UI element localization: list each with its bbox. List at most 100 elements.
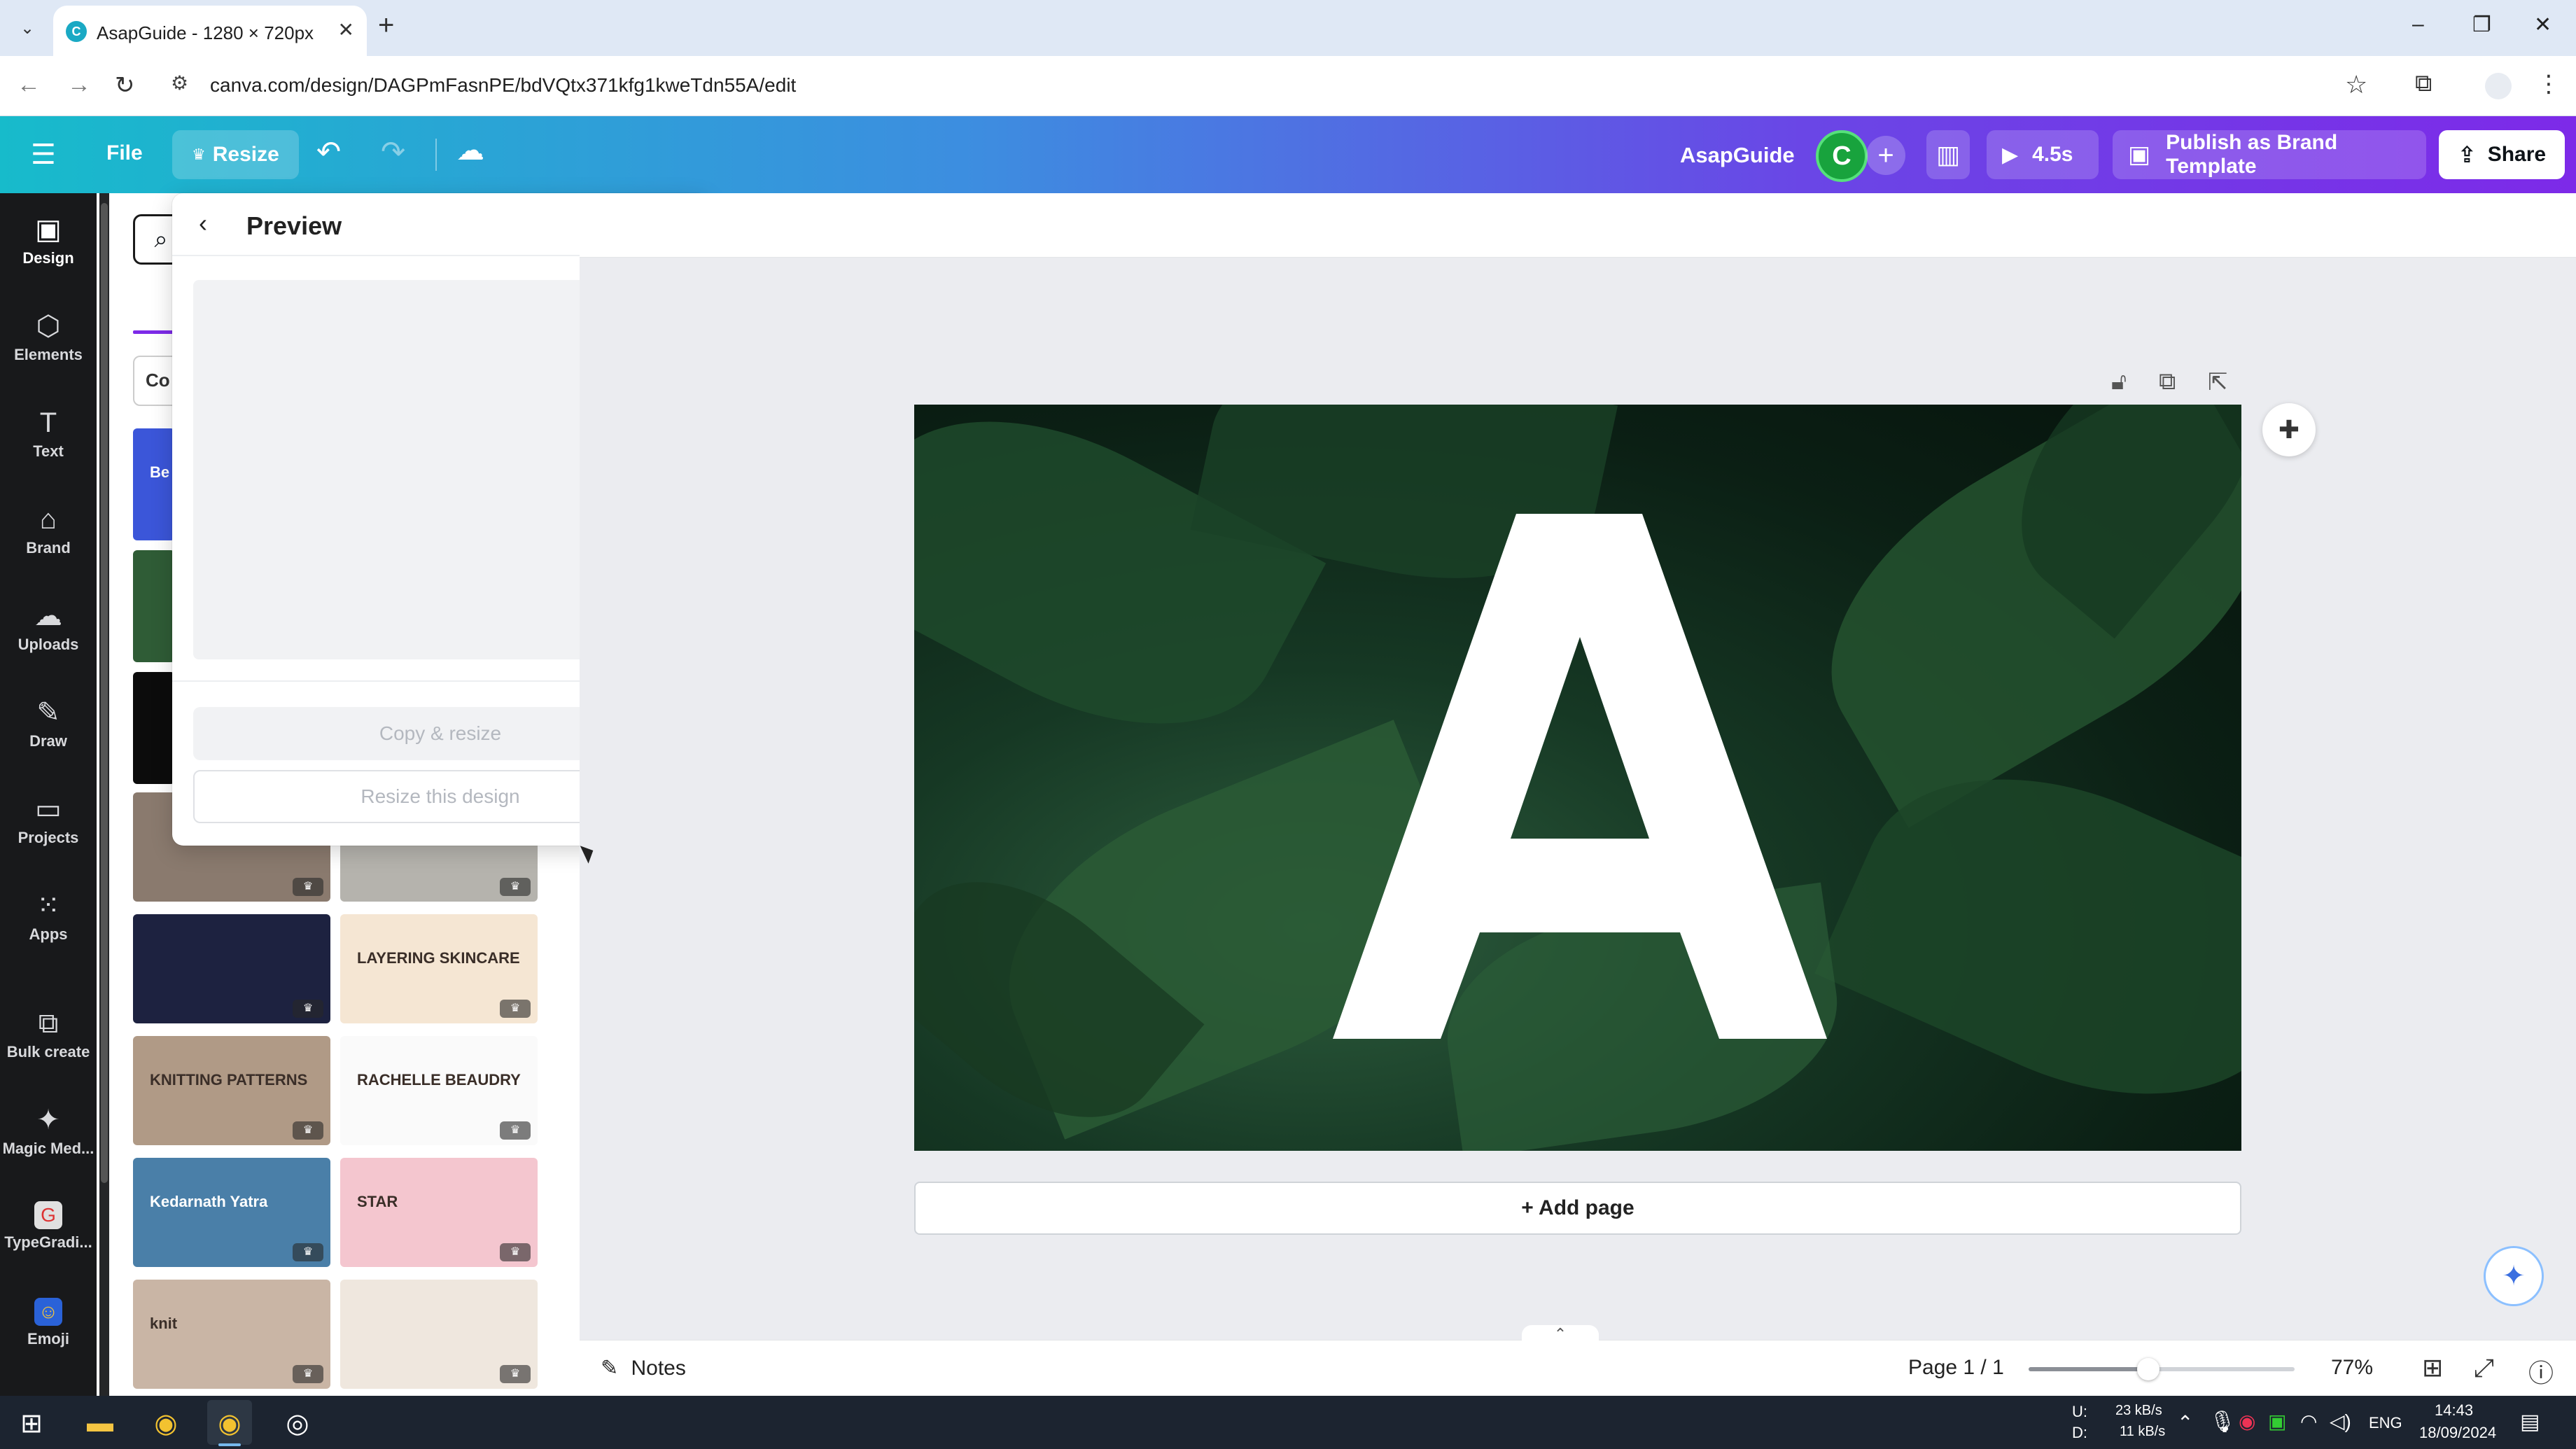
windows-taskbar: ⊞ ▬ ◉ ◉ ◎ U: D: 23 kB/s 11 kB/s ⌃ 🎙︎ ◉ ▣…	[0, 1396, 2576, 1449]
app-tray-icon[interactable]: ▣	[2268, 1410, 2286, 1433]
url-field[interactable]: canva.com/design/DAGPmFasnPE/bdVQtx371kf…	[210, 74, 796, 97]
design-page[interactable]	[914, 405, 2241, 1151]
fullscreen-icon[interactable]: ⤢	[2474, 1353, 2494, 1383]
back-arrow-icon[interactable]: ←	[17, 71, 41, 99]
template-thumbnail[interactable]: STAR ♛	[340, 1158, 538, 1267]
rail-item-label: TypeGradi...	[4, 1233, 92, 1251]
duplicate-page-icon[interactable]: ⧉	[2159, 368, 2176, 396]
cloud-save-icon[interactable]: ☁	[456, 134, 484, 167]
notes-label: Notes	[631, 1357, 686, 1380]
undo-icon[interactable]: ↶	[316, 134, 341, 169]
collapse-pages-chevron-icon[interactable]: ⌃	[1522, 1325, 1599, 1345]
premium-crown-icon: ♛	[500, 1365, 531, 1383]
insights-chart-icon[interactable]: ▥	[1926, 130, 1970, 179]
rail-scrollbar-thumb[interactable]	[101, 203, 108, 1183]
add-page-button[interactable]: + Add page	[914, 1182, 2241, 1235]
minimize-window-icon[interactable]: –	[2412, 13, 2424, 36]
add-comment-icon[interactable]: ✚	[2262, 403, 2316, 456]
tab-search-dropdown-icon[interactable]: ⌄	[10, 11, 45, 45]
tab-close-icon[interactable]: ✕	[338, 18, 354, 41]
profile-avatar[interactable]	[2485, 73, 2512, 99]
rail-item-draw[interactable]: ✎ Draw	[0, 697, 97, 750]
notifications-icon[interactable]: ▤	[2520, 1410, 2540, 1434]
lock-page-icon[interactable]: 🔓︎	[2111, 368, 2127, 396]
extensions-icon[interactable]: ⧉	[2415, 70, 2432, 97]
redo-icon[interactable]: ↷	[381, 134, 405, 169]
publish-brand-template-button[interactable]: ▣ Publish as Brand Template	[2113, 130, 2426, 179]
file-explorer-icon[interactable]: ▬	[83, 1406, 118, 1441]
volume-icon[interactable]: ◁)	[2330, 1410, 2351, 1433]
popover-title: Preview	[246, 211, 342, 240]
clock-time[interactable]: 14:43	[2435, 1401, 2473, 1420]
chrome-active-icon[interactable]: ◉	[212, 1406, 247, 1441]
reload-icon[interactable]: ↻	[115, 71, 135, 99]
present-button[interactable]: ▶ 4.5s	[1987, 130, 2099, 179]
template-thumbnail[interactable]: Kedarnath Yatra ♛	[133, 1158, 330, 1267]
letter-a-graphic[interactable]	[914, 405, 2241, 1151]
record-icon[interactable]: ◉	[2239, 1410, 2255, 1433]
windows-start-icon[interactable]: ⊞	[14, 1406, 49, 1441]
share-button[interactable]: ⇪ Share	[2439, 130, 2565, 179]
rail-item-emoji[interactable]: ☺ Emoji	[0, 1298, 97, 1348]
rail-item-design[interactable]: ▣ Design	[0, 214, 97, 267]
user-avatar[interactable]: C	[1816, 130, 1868, 182]
template-thumbnail[interactable]: KNITTING PATTERNS ♛	[133, 1036, 330, 1145]
template-thumbnail[interactable]: ♛	[133, 914, 330, 1023]
obs-icon[interactable]: ◎	[280, 1406, 315, 1441]
add-collaborator-icon[interactable]: +	[1866, 136, 1905, 175]
net-up-label: U:	[2072, 1403, 2087, 1420]
rail-item-uploads[interactable]: ☁ Uploads	[0, 601, 97, 654]
template-thumbnail[interactable]: knit ♛	[133, 1280, 330, 1389]
rail-item-projects[interactable]: ▭ Projects	[0, 794, 97, 847]
template-thumbnail[interactable]: Be th	[133, 428, 175, 540]
browser-tab-active[interactable]: C AsapGuide - 1280 × 720px ✕	[53, 6, 367, 56]
forward-arrow-icon[interactable]: →	[67, 71, 91, 99]
premium-crown-icon: ♛	[293, 1121, 323, 1140]
rail-item-text[interactable]: T Text	[0, 407, 97, 461]
new-tab-button[interactable]: +	[378, 11, 394, 39]
resize-button[interactable]: ♛ Resize	[172, 130, 299, 179]
chrome-icon[interactable]: ◉	[148, 1406, 183, 1441]
grid-view-icon[interactable]: ⊞	[2422, 1353, 2443, 1382]
page-indicator[interactable]: Page 1 / 1	[1908, 1356, 2004, 1380]
tray-expand-chevron-icon[interactable]: ⌃	[2177, 1411, 2193, 1434]
template-thumbnail[interactable]: RACHELLE BEAUDRY ♛	[340, 1036, 538, 1145]
notes-button[interactable]: ✎ Notes	[601, 1356, 686, 1380]
template-thumbnail[interactable]	[133, 550, 175, 662]
zoom-percentage[interactable]: 77%	[2331, 1356, 2373, 1380]
back-chevron-icon[interactable]: ‹	[199, 209, 207, 238]
rail-item-apps[interactable]: ⁙ Apps	[0, 890, 97, 944]
design-title[interactable]: AsapGuide	[1680, 143, 1795, 168]
header-divider	[435, 139, 437, 171]
rail-item-label: Uploads	[18, 636, 79, 653]
site-info-icon[interactable]: ⚙	[171, 71, 188, 94]
rail-item-typegradi[interactable]: G TypeGradi...	[0, 1201, 97, 1252]
editor-header: ☰ File ♛ Resize ↶ ↷ ☁ AsapGuide C + ▥ ▶ …	[0, 116, 2576, 193]
crown-icon: ♛	[192, 146, 206, 163]
magic-assistant-icon[interactable]: ✦	[2484, 1246, 2544, 1306]
add-page-icon[interactable]: ⇱	[2208, 368, 2228, 396]
wifi-icon[interactable]: ◠	[2300, 1410, 2317, 1433]
template-thumbnail[interactable]	[133, 672, 175, 784]
main-menu-icon[interactable]: ☰	[31, 139, 56, 171]
file-menu-button[interactable]: File	[106, 141, 143, 165]
rail-item-bulk-create[interactable]: ⧉ Bulk create	[0, 1008, 97, 1061]
net-up-speed: 23 kB/s	[2115, 1403, 2162, 1418]
resize-label: Resize	[212, 143, 279, 166]
restore-window-icon[interactable]: ❐	[2472, 13, 2491, 37]
microphone-icon[interactable]: 🎙︎	[2209, 1410, 2236, 1434]
bookmark-star-icon[interactable]: ☆	[2345, 70, 2367, 99]
template-thumbnail[interactable]: ♛	[340, 1280, 538, 1389]
rail-item-magic-med[interactable]: ✦ Magic Med...	[0, 1105, 97, 1158]
clock-date[interactable]: 18/09/2024	[2419, 1424, 2496, 1442]
rail-item-brand[interactable]: ⌂ Brand	[0, 504, 97, 557]
language-indicator[interactable]: ENG	[2369, 1414, 2402, 1432]
browser-menu-icon[interactable]: ⋮	[2537, 70, 2561, 98]
text-icon: T	[39, 407, 57, 438]
zoom-slider[interactable]	[2029, 1358, 2295, 1380]
rail-item-elements[interactable]: ⬡ Elements	[0, 311, 97, 364]
help-icon[interactable]: ⓘ	[2528, 1353, 2554, 1390]
close-window-icon[interactable]: ✕	[2534, 13, 2552, 37]
template-thumbnail[interactable]: LAYERING SKINCARE ♛	[340, 914, 538, 1023]
zoom-slider-handle[interactable]	[2137, 1358, 2160, 1380]
